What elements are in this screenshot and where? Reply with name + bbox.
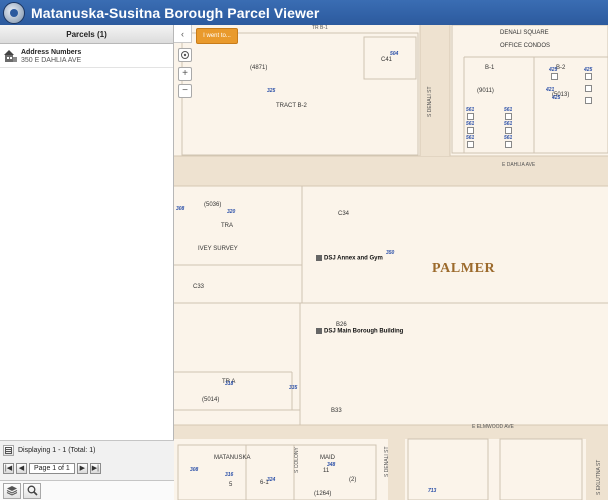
borough-logo xyxy=(3,1,25,24)
display-status: Displaying 1 - 1 (Total: 1) xyxy=(18,446,96,454)
parcel-marker[interactable] xyxy=(505,141,512,148)
label-c34: C34 xyxy=(338,211,350,217)
panel-footer: Displaying 1 - 1 (Total: 1) |◀ ◀ Page 1 … xyxy=(0,440,174,500)
addr-308b: 308 xyxy=(190,467,199,473)
label-ivey-survey: IVEY SURVEY xyxy=(198,246,238,252)
label-4871: (4871) xyxy=(250,65,268,71)
road-dahlia: E DAHLIA AVE xyxy=(502,162,536,168)
building-icon xyxy=(4,49,18,63)
addr-348: 348 xyxy=(327,462,336,468)
locate-icon[interactable] xyxy=(178,48,192,62)
label-tra: TRA xyxy=(221,223,233,229)
building-icon xyxy=(316,255,322,261)
label-9011: (9011) xyxy=(477,88,494,94)
label-c33: C33 xyxy=(193,284,205,290)
pager: |◀ ◀ Page 1 of 1 ▶ ▶| xyxy=(0,459,174,477)
prev-page-button[interactable]: ◀ xyxy=(16,462,27,474)
addr-335: 335 xyxy=(289,385,298,391)
parcel-marker[interactable] xyxy=(467,141,474,148)
parcel-marker[interactable] xyxy=(585,73,592,80)
parcel-marker[interactable] xyxy=(467,127,474,134)
results-panel: Parcels (1) Address Numbers 350 E DAHLIA… xyxy=(0,25,174,500)
addr-318: 318 xyxy=(225,381,234,387)
search-icon[interactable] xyxy=(23,482,41,499)
parcel-marker[interactable] xyxy=(551,73,558,80)
label-trb1: TR B-1 xyxy=(312,25,328,31)
label-c41: C41 xyxy=(381,57,393,63)
label-b2: B-2 xyxy=(556,65,566,71)
label-5014: (5014) xyxy=(202,397,220,403)
first-page-button[interactable]: |◀ xyxy=(3,462,14,474)
label-5: 5 xyxy=(229,482,233,488)
addr-308: 308 xyxy=(176,206,185,212)
addr-421: 421 xyxy=(546,87,555,93)
app-header: Matanuska-Susitna Borough Parcel Viewer xyxy=(0,0,608,25)
last-page-button[interactable]: ▶| xyxy=(89,462,101,474)
road-eklutna: S EKLUTNA ST xyxy=(596,459,602,495)
result-address: 350 E DAHLIA AVE xyxy=(21,57,82,64)
parcel-marker[interactable] xyxy=(505,113,512,120)
zoom-in-button[interactable]: + xyxy=(178,67,192,81)
building-annex[interactable]: DSJ Annex and Gym xyxy=(316,255,383,262)
building-icon xyxy=(316,328,322,334)
label-matanuska: MATANUSKA xyxy=(214,455,251,461)
parcel-marker[interactable] xyxy=(467,113,474,120)
addr-425c: 425 xyxy=(552,95,561,101)
building-main-label: DSJ Main Borough Building xyxy=(324,328,404,335)
label-maid: MAID xyxy=(320,455,335,461)
label-tractb2: TRACT B-2 xyxy=(276,103,307,109)
road-elmwood: E ELMWOOD AVE xyxy=(472,424,514,430)
label-1264: (1264) xyxy=(314,491,332,497)
result-item[interactable]: Address Numbers 350 E DAHLIA AVE xyxy=(0,44,173,68)
building-annex-label: DSJ Annex and Gym xyxy=(324,255,383,262)
label-11: 11 xyxy=(323,468,330,474)
result-title: Address Numbers xyxy=(21,49,82,56)
status-row: Displaying 1 - 1 (Total: 1) xyxy=(0,441,174,459)
road-denali-south: S DENALI ST xyxy=(384,446,390,477)
parcel-marker[interactable] xyxy=(585,85,592,92)
label-denali-square: DENALI SQUARE xyxy=(500,30,549,36)
road-colony: S COLONY xyxy=(294,447,300,473)
layers-icon[interactable] xyxy=(3,482,21,499)
i-went-to-button[interactable]: I went to... xyxy=(196,28,238,44)
addr-320: 320 xyxy=(227,209,236,215)
app-title: Matanuska-Susitna Borough Parcel Viewer xyxy=(31,4,320,21)
label-5036: (5036) xyxy=(204,202,222,208)
label-2: (2) xyxy=(349,477,357,483)
addr-316: 316 xyxy=(225,472,234,478)
collapse-panel-button[interactable]: ‹ xyxy=(174,25,192,43)
building-main[interactable]: DSJ Main Borough Building xyxy=(316,328,403,335)
parcel-marker[interactable] xyxy=(585,97,592,104)
next-page-button[interactable]: ▶ xyxy=(76,462,88,474)
panel-toolbar xyxy=(0,480,174,500)
place-label-palmer: PALMER xyxy=(432,261,496,276)
parcel-map[interactable]: ‹ I went to... + − TR B-1 E DAHLIA AVE E… xyxy=(174,25,608,500)
road-denali: S DENALI ST xyxy=(427,86,433,117)
addr-325: 325 xyxy=(267,88,276,94)
label-office-condos: OFFICE CONDOS xyxy=(500,43,551,49)
addr-350: 350 xyxy=(386,250,395,256)
addr-713: 713 xyxy=(428,488,437,494)
parcel-marker[interactable] xyxy=(505,127,512,134)
export-icon[interactable] xyxy=(3,444,14,456)
zoom-out-button[interactable]: − xyxy=(178,84,192,98)
label-b33: B33 xyxy=(331,408,342,414)
label-b1: B-1 xyxy=(485,65,495,71)
panel-title: Parcels (1) xyxy=(0,25,173,44)
page-indicator: Page 1 of 1 xyxy=(29,462,75,474)
addr-324: 324 xyxy=(267,477,276,483)
parcel-lines xyxy=(174,25,608,500)
addr-504: 504 xyxy=(390,51,399,57)
